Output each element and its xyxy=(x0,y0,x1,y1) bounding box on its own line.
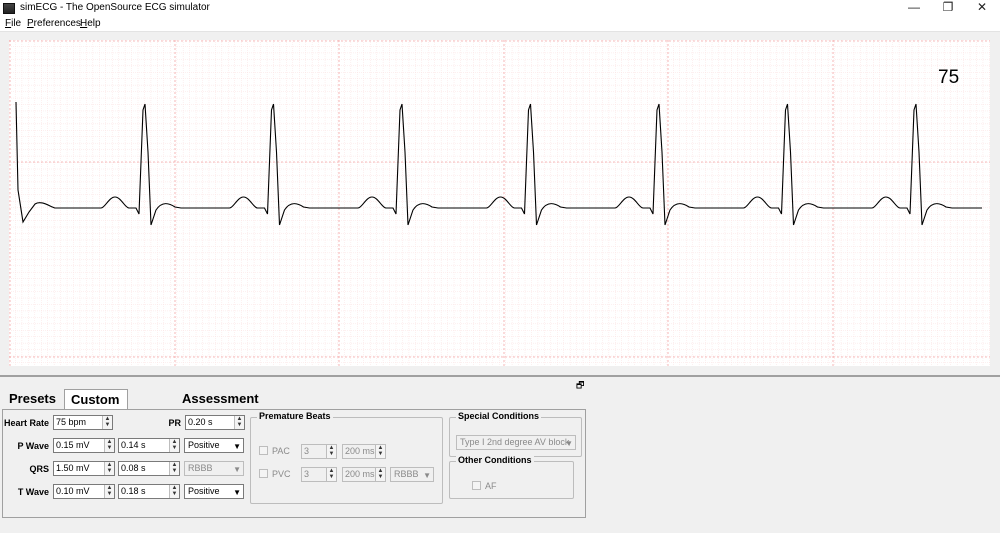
menu-preferences[interactable]: Preferences xyxy=(27,18,81,29)
pr-spinner[interactable]: 0.20 s ▲ ▼ xyxy=(185,415,245,430)
pvc-morphology-select[interactable]: RBBB ▼ xyxy=(390,467,434,482)
pac-count-spinner[interactable]: 3 ▲ ▼ xyxy=(301,444,337,459)
pvc-interval-spinner[interactable]: 200 ms ▲ ▼ xyxy=(342,467,386,482)
app-icon xyxy=(3,3,15,14)
custom-settings-panel: Heart Rate 75 bpm ▲ ▼ PR 0.20 s ▲ ▼ P Wave… xyxy=(2,409,586,518)
p-wave-amplitude-spinner[interactable]: 0.15 mV ▲ ▼ xyxy=(53,438,115,453)
dropdown-arrow-icon: ▼ xyxy=(233,488,241,497)
spinner-arrows-icon[interactable]: ▲ ▼ xyxy=(104,485,114,498)
restore-panel-icon[interactable]: 🗗 xyxy=(576,378,584,394)
p-wave-duration-spinner[interactable]: 0.14 s ▲ ▼ xyxy=(118,438,180,453)
spinner-arrows-icon[interactable]: ▲ ▼ xyxy=(104,439,114,452)
p-wave-label: P Wave xyxy=(17,441,49,451)
checkbox-icon xyxy=(259,446,268,455)
t-wave-polarity-select[interactable]: Positive ▼ xyxy=(184,484,244,499)
panel-splitter[interactable] xyxy=(0,375,1000,377)
close-button[interactable]: ✕ xyxy=(966,0,998,17)
window-title: simECG - The OpenSource ECG simulator xyxy=(20,2,210,13)
ecg-strip xyxy=(8,39,990,366)
dropdown-arrow-icon: ▼ xyxy=(565,439,573,448)
heart-rate-readout: 75 xyxy=(938,67,960,88)
premature-beats-title: Premature Beats xyxy=(257,411,333,421)
minimize-button[interactable]: — xyxy=(898,0,930,17)
spinner-arrows-icon[interactable]: ▲ ▼ xyxy=(169,462,179,475)
t-wave-amplitude-spinner[interactable]: 0.10 mV ▲ ▼ xyxy=(53,484,115,499)
status-strip xyxy=(0,519,1000,533)
p-wave-polarity-select[interactable]: Positive ▼ xyxy=(184,438,244,453)
tab-assessment[interactable]: Assessment xyxy=(176,389,265,409)
heart-rate-label: Heart Rate xyxy=(3,418,49,428)
pac-checkbox[interactable]: PAC xyxy=(259,446,290,456)
tab-presets[interactable]: Presets xyxy=(3,389,62,409)
spinner-arrows-icon[interactable]: ▲ ▼ xyxy=(169,439,179,452)
spinner-arrows-icon[interactable]: ▲ ▼ xyxy=(375,445,385,458)
pr-label: PR xyxy=(168,418,181,428)
qrs-duration-spinner[interactable]: 0.08 s ▲ ▼ xyxy=(118,461,180,476)
dropdown-arrow-icon: ▼ xyxy=(233,465,241,474)
premature-beats-group: Premature Beats PAC 3 ▲ ▼ 200 ms ▲ ▼ PVC 3… xyxy=(250,411,443,504)
spinner-arrows-icon[interactable]: ▲ ▼ xyxy=(326,468,336,481)
tab-custom-settings[interactable]: Custom settings xyxy=(64,389,128,427)
other-conditions-group: Other Conditions AF xyxy=(449,455,574,499)
spinner-arrows-icon[interactable]: ▲ ▼ xyxy=(326,445,336,458)
title-bar: simECG - The OpenSource ECG simulator — … xyxy=(0,0,1000,17)
qrs-amplitude-spinner[interactable]: 1.50 mV ▲ ▼ xyxy=(53,461,115,476)
spinner-arrows-icon[interactable]: ▲ ▼ xyxy=(102,416,112,429)
ecg-display xyxy=(8,39,990,366)
checkbox-icon xyxy=(472,481,481,490)
menu-help[interactable]: Help xyxy=(80,18,101,29)
dropdown-arrow-icon: ▼ xyxy=(233,442,241,451)
qrs-label: QRS xyxy=(29,464,49,474)
t-wave-label: T Wave xyxy=(17,487,49,497)
spinner-arrows-icon[interactable]: ▲ ▼ xyxy=(104,462,114,475)
qrs-morphology-select[interactable]: RBBB ▼ xyxy=(184,461,244,476)
dropdown-arrow-icon: ▼ xyxy=(423,471,431,480)
menu-file[interactable]: File xyxy=(5,18,21,29)
other-conditions-title: Other Conditions xyxy=(456,455,534,465)
t-wave-duration-spinner[interactable]: 0.18 s ▲ ▼ xyxy=(118,484,180,499)
checkbox-icon xyxy=(259,469,268,478)
af-checkbox[interactable]: AF xyxy=(472,481,497,491)
special-conditions-group: Special Conditions Type I 2nd degree AV … xyxy=(449,411,582,457)
maximize-button[interactable]: ❐ xyxy=(932,0,964,17)
ecg-area xyxy=(0,33,1000,375)
pvc-count-spinner[interactable]: 3 ▲ ▼ xyxy=(301,467,337,482)
menu-bar: File Preferences Help xyxy=(0,17,1000,32)
heart-rate-spinner[interactable]: 75 bpm ▲ ▼ xyxy=(53,415,113,430)
special-conditions-title: Special Conditions xyxy=(456,411,542,421)
spinner-arrows-icon[interactable]: ▲ ▼ xyxy=(375,468,385,481)
special-conditions-select[interactable]: Type I 2nd degree AV block ▼ xyxy=(456,435,576,450)
pac-interval-spinner[interactable]: 200 ms ▲ ▼ xyxy=(342,444,386,459)
spinner-arrows-icon[interactable]: ▲ ▼ xyxy=(169,485,179,498)
spinner-arrows-icon[interactable]: ▲ ▼ xyxy=(234,416,244,429)
pvc-checkbox[interactable]: PVC xyxy=(259,469,291,479)
